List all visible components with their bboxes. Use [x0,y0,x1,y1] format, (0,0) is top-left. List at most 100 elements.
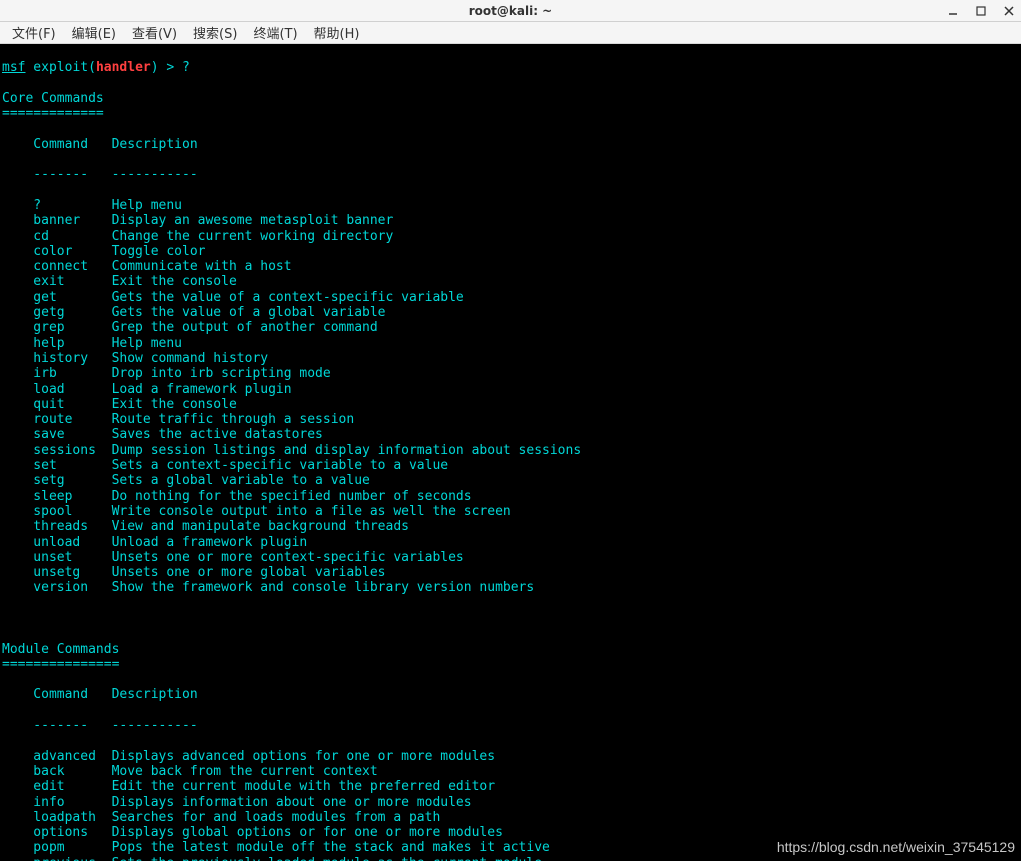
menu-view[interactable]: 查看(V) [124,21,185,44]
module-row: loadpathSearches for and loads modules f… [2,810,1019,825]
core-cmd: save [2,427,112,442]
core-cmd: version [2,580,112,595]
core-cmd: getg [2,305,112,320]
core-cmd: unsetg [2,565,112,580]
core-row: historyShow command history [2,351,1019,366]
core-desc: Exit the console [112,274,237,289]
core-desc: Saves the active datastores [112,427,323,442]
menu-search[interactable]: 搜索(S) [185,21,245,44]
prompt-exploit: exploit( [25,60,95,75]
core-cmd: sessions [2,443,112,458]
module-header-desc-ul: ----------- [112,718,198,733]
core-header-desc: Description [112,137,198,152]
core-cmd: load [2,382,112,397]
core-header-desc-ul: ----------- [112,167,198,182]
core-desc: Display an awesome metasploit banner [112,213,394,228]
module-desc: Sets the previously loaded module as the… [112,856,542,861]
core-header-ul: ------------------ [2,167,1019,182]
core-row: threadsView and manipulate background th… [2,519,1019,534]
module-cmd: options [2,825,112,840]
core-cmd: ? [2,198,112,213]
core-row: helpHelp menu [2,336,1019,351]
core-desc: Gets the value of a context-specific var… [112,290,464,305]
menu-help[interactable]: 帮助(H) [306,21,368,44]
module-header: CommandDescription [2,687,1019,702]
core-desc: Load a framework plugin [112,382,292,397]
window-title: root@kali: ~ [469,4,552,18]
module-desc: Displays advanced options for one or mor… [112,749,496,764]
core-cmd: route [2,412,112,427]
core-desc: Do nothing for the specified number of s… [112,489,472,504]
core-desc: Route traffic through a session [112,412,355,427]
module-row: advancedDisplays advanced options for on… [2,749,1019,764]
window-titlebar: root@kali: ~ [0,0,1021,22]
core-row: quitExit the console [2,397,1019,412]
core-row: saveSaves the active datastores [2,427,1019,442]
prompt-close: ) [151,60,159,75]
core-desc: Toggle color [112,244,206,259]
menubar: 文件(F) 编辑(E) 查看(V) 搜索(S) 终端(T) 帮助(H) [0,22,1021,44]
core-row: getgGets the value of a global variable [2,305,1019,320]
core-desc: Unsets one or more global variables [112,565,386,580]
module-title: Module Commands [2,642,119,657]
core-row: setgSets a global variable to a value [2,473,1019,488]
core-cmd: connect [2,259,112,274]
core-cmd: history [2,351,112,366]
core-desc: Show command history [112,351,269,366]
menu-file[interactable]: 文件(F) [4,21,64,44]
menu-edit[interactable]: 编辑(E) [64,21,124,44]
module-header-cmd-ul: ------- [2,718,112,733]
module-cmd: loadpath [2,810,112,825]
core-desc: Sets a global variable to a value [112,473,370,488]
core-header-cmd: Command [2,137,112,152]
module-desc: Move back from the current context [112,764,378,779]
core-cmd: banner [2,213,112,228]
core-desc: Help menu [112,336,182,351]
core-desc: Write console output into a file as well… [112,504,511,519]
core-desc: View and manipulate background threads [112,519,409,534]
window-controls [945,0,1017,21]
module-desc: Searches for and loads modules from a pa… [112,810,441,825]
close-icon[interactable] [1001,3,1017,19]
core-row: colorToggle color [2,244,1019,259]
prompt-line: msf exploit(handler) > ? [2,60,190,75]
module-cmd: info [2,795,112,810]
core-cmd: cd [2,229,112,244]
core-desc: Sets a context-specific variable to a va… [112,458,449,473]
prompt-handler: handler [96,60,151,75]
core-desc: Gets the value of a global variable [112,305,386,320]
core-cmd: irb [2,366,112,381]
module-cmd: advanced [2,749,112,764]
core-cmd: quit [2,397,112,412]
module-row: editEdit the current module with the pre… [2,779,1019,794]
core-row: exitExit the console [2,274,1019,289]
module-desc: Displays information about one or more m… [112,795,472,810]
core-cmd: spool [2,504,112,519]
core-row: loadLoad a framework plugin [2,382,1019,397]
core-desc: Show the framework and console library v… [112,580,535,595]
core-desc: Help menu [112,198,182,213]
core-desc: Communicate with a host [112,259,292,274]
module-desc: Displays global options or for one or mo… [112,825,503,840]
core-row: routeRoute traffic through a session [2,412,1019,427]
terminal-output[interactable]: msf exploit(handler) > ? Core Commands =… [0,44,1021,861]
core-row: connectCommunicate with a host [2,259,1019,274]
core-cmd: get [2,290,112,305]
module-desc: Pops the latest module off the stack and… [112,840,550,855]
prompt-msf: msf [2,60,25,75]
core-desc: Exit the console [112,397,237,412]
module-row: infoDisplays information about one or mo… [2,795,1019,810]
module-header-ul: ------------------ [2,718,1019,733]
core-cmd: grep [2,320,112,335]
core-header-cmd-ul: ------- [2,167,112,182]
core-row: setSets a context-specific variable to a… [2,458,1019,473]
minimize-icon[interactable] [945,3,961,19]
menu-terminal[interactable]: 终端(T) [245,21,305,44]
core-cmd: color [2,244,112,259]
module-desc: Edit the current module with the preferr… [112,779,496,794]
core-cmd: set [2,458,112,473]
maximize-icon[interactable] [973,3,989,19]
core-row: sleepDo nothing for the specified number… [2,489,1019,504]
module-cmd: back [2,764,112,779]
module-header-cmd: Command [2,687,112,702]
